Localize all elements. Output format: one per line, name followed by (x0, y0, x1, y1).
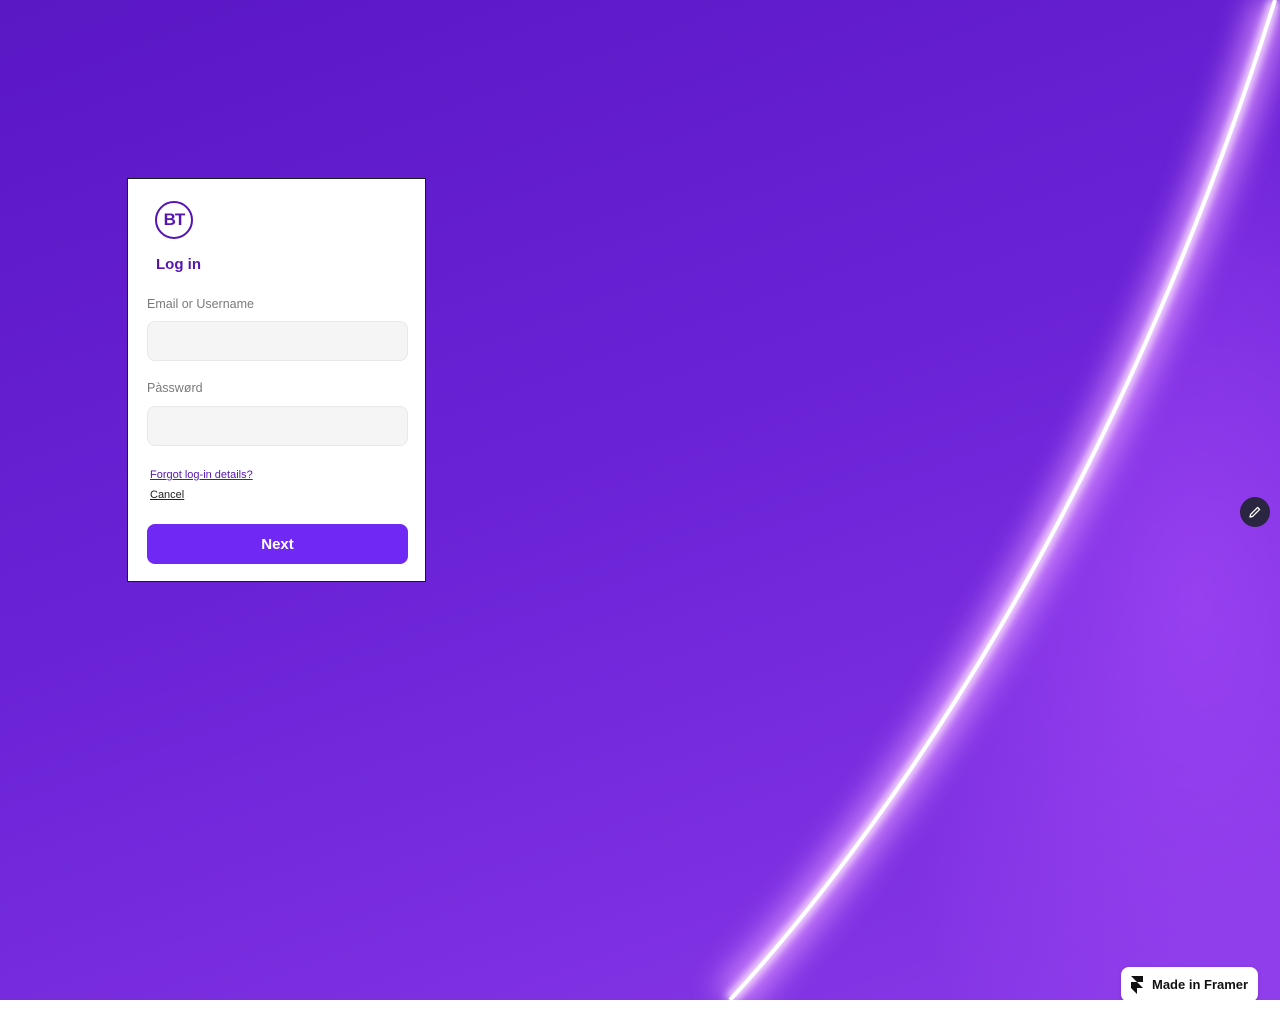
forgot-details-link[interactable]: Forgot log-in details? (150, 469, 253, 481)
framer-logo-icon (1131, 975, 1143, 994)
edit-button[interactable] (1240, 497, 1270, 527)
framer-badge-label: Made in Framer (1152, 977, 1249, 992)
password-label: Pàsswørd (147, 381, 203, 395)
login-card: BT Log in Email or Username Pàsswørd For… (127, 178, 426, 582)
pencil-icon (1249, 506, 1261, 518)
password-field[interactable] (147, 406, 408, 446)
next-button[interactable]: Next (147, 524, 408, 564)
page-footer-strip (0, 1000, 1280, 1024)
bt-logo: BT (155, 201, 193, 239)
email-field[interactable] (147, 321, 408, 361)
cancel-link[interactable]: Cancel (150, 489, 184, 501)
made-in-framer-badge[interactable]: Made in Framer (1121, 967, 1258, 1002)
login-title: Log in (156, 256, 201, 273)
email-label: Email or Username (147, 297, 254, 311)
